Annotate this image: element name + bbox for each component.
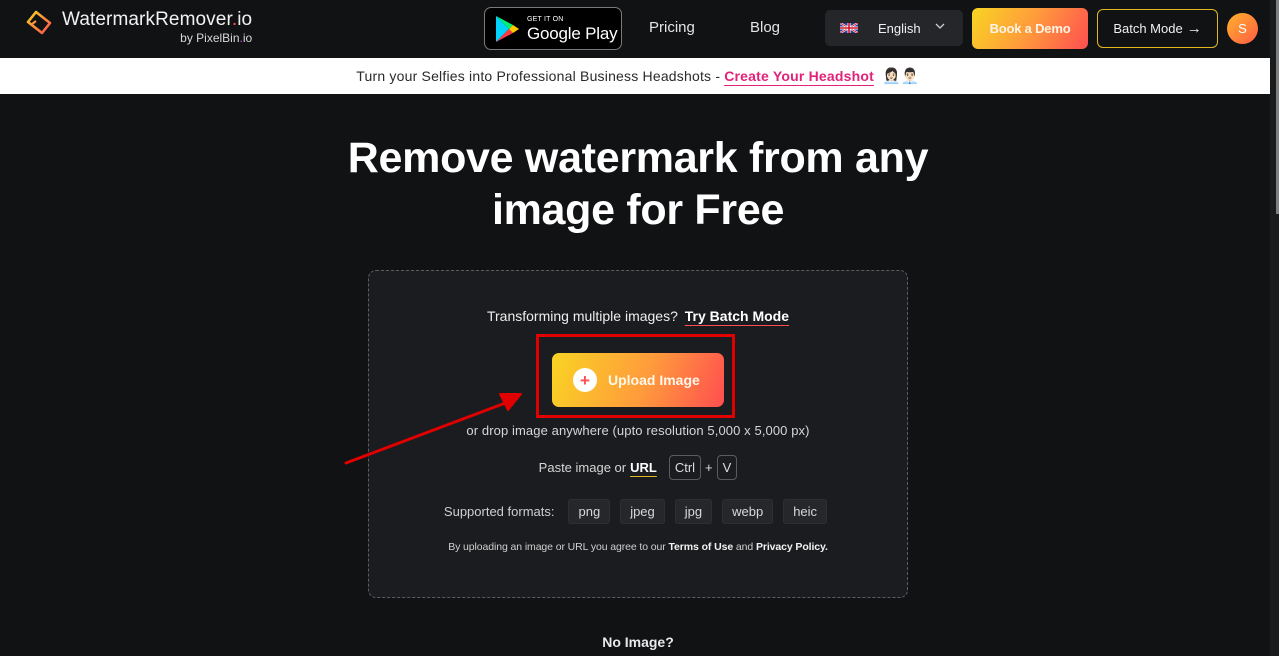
format-chip: jpg bbox=[674, 499, 713, 524]
batch-prompt-text: Transforming multiple images? bbox=[486, 308, 678, 324]
paste-prefix: Paste image or bbox=[538, 460, 627, 475]
language-label: English bbox=[878, 20, 921, 36]
privacy-policy-link[interactable]: Privacy Policy. bbox=[756, 541, 828, 553]
format-chip: webp bbox=[722, 499, 774, 524]
terms-and: and bbox=[735, 541, 754, 553]
format-chip: heic bbox=[783, 499, 828, 524]
plus-icon: + bbox=[573, 368, 597, 392]
formats-label: Supported formats: bbox=[443, 504, 555, 519]
eraser-logo-icon bbox=[23, 10, 52, 39]
create-headshot-link[interactable]: Create Your Headshot bbox=[724, 68, 874, 84]
uk-flag-icon bbox=[840, 23, 858, 33]
nav-blog-link[interactable]: Blog bbox=[750, 19, 780, 36]
supported-formats: Supported formats: png jpeg jpg webp hei… bbox=[369, 499, 907, 524]
no-image-heading: No Image? bbox=[602, 634, 674, 650]
terms-notice: By uploading an image or URL you agree t… bbox=[369, 541, 907, 553]
top-navbar: WatermarkRemover.io by PixelBin.io GET I… bbox=[0, 0, 1270, 58]
batch-mode-button[interactable]: Batch Mode → bbox=[1097, 9, 1218, 48]
key-v: V bbox=[716, 455, 738, 480]
batch-mode-prompt: Transforming multiple images? Try Batch … bbox=[369, 308, 907, 324]
google-play-badge[interactable]: GET IT ON Google Play bbox=[484, 7, 622, 50]
logo-link[interactable]: WatermarkRemover.io by PixelBin.io bbox=[22, 8, 252, 44]
arrow-right-icon: → bbox=[1186, 20, 1202, 37]
upload-image-label: Upload Image bbox=[608, 372, 700, 388]
google-play-big-text: Google Play bbox=[527, 23, 618, 43]
chevron-down-icon bbox=[935, 23, 945, 29]
headshot-emoji-icon: 👩🏻‍💼👨🏻‍💼 bbox=[881, 68, 920, 85]
user-avatar[interactable]: S bbox=[1227, 13, 1258, 44]
book-demo-button[interactable]: Book a Demo bbox=[972, 8, 1088, 49]
key-ctrl: Ctrl bbox=[668, 455, 702, 480]
nav-pricing-link[interactable]: Pricing bbox=[649, 19, 695, 36]
drop-instructions: or drop image anywhere (upto resolution … bbox=[466, 423, 810, 438]
shortcut-plus: + bbox=[705, 460, 713, 475]
batch-mode-label: Batch Mode bbox=[1113, 21, 1183, 36]
terms-of-use-link[interactable]: Terms of Use bbox=[669, 541, 734, 553]
upload-image-button[interactable]: + Upload Image bbox=[552, 353, 724, 407]
google-play-icon bbox=[496, 15, 519, 42]
google-play-small-text: GET IT ON bbox=[527, 15, 564, 23]
format-chip: png bbox=[568, 499, 611, 524]
paste-instructions: Paste image or URL Ctrl + V bbox=[369, 455, 907, 480]
terms-prefix: By uploading an image or URL you agree t… bbox=[448, 541, 666, 553]
promo-banner: Turn your Selfies into Professional Busi… bbox=[0, 58, 1276, 94]
format-chip: jpeg bbox=[620, 499, 665, 524]
language-selector[interactable]: English bbox=[825, 10, 963, 46]
upload-dropzone[interactable]: Transforming multiple images? Try Batch … bbox=[368, 270, 908, 598]
logo-title: WatermarkRemover.io bbox=[62, 9, 253, 30]
page-title: Remove watermark from any image for Free bbox=[347, 134, 929, 234]
try-batch-mode-link[interactable]: Try Batch Mode bbox=[685, 308, 789, 324]
logo-subtitle: by PixelBin.io bbox=[180, 31, 253, 45]
banner-text: Turn your Selfies into Professional Busi… bbox=[356, 68, 721, 84]
paste-url-link[interactable]: URL bbox=[630, 460, 657, 475]
